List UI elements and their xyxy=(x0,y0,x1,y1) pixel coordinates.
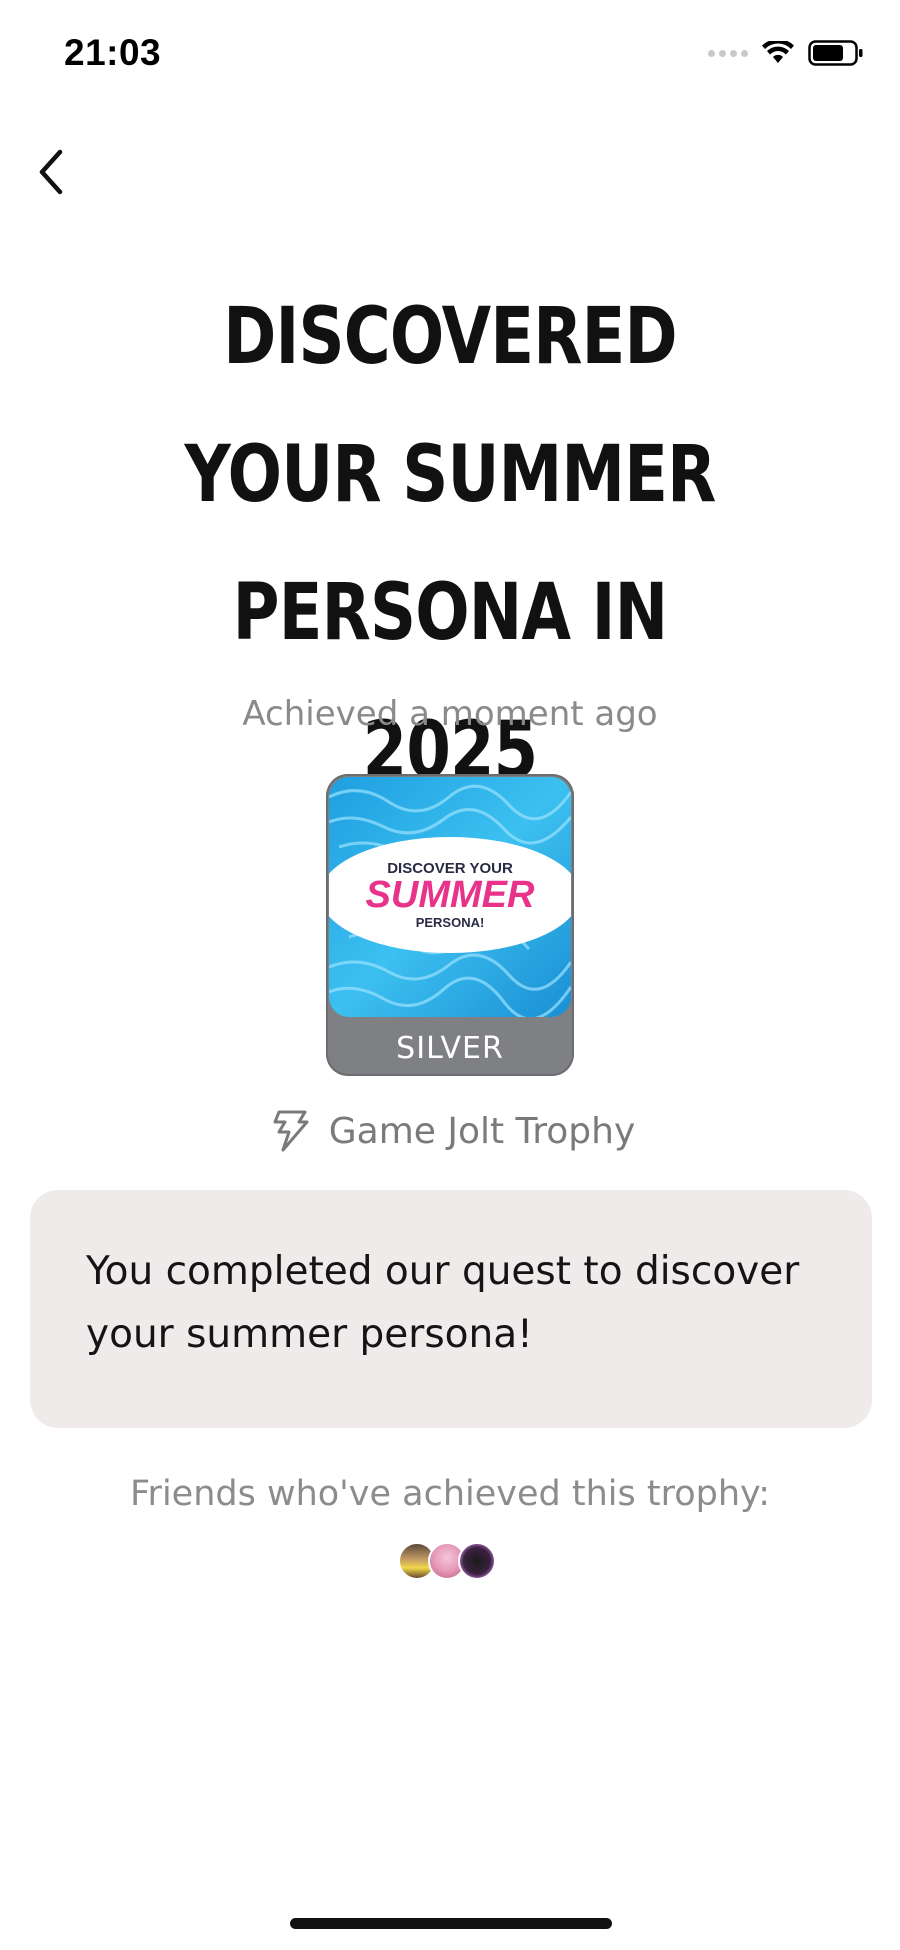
status-time: 21:03 xyxy=(64,32,162,73)
description-box: You completed our quest to discover your… xyxy=(30,1190,872,1428)
achieved-time: Achieved a moment ago xyxy=(242,694,658,734)
status-bar: 21:03 xyxy=(0,0,900,110)
trophy-title: DISCOVERED YOUR SUMMER PERSONA IN 2025 xyxy=(184,292,716,796)
friends-label: Friends who've achieved this trophy: xyxy=(129,1474,771,1514)
cellular-signal-icon xyxy=(708,49,748,57)
trophy-description: You completed our quest to discover your… xyxy=(86,1249,800,1357)
image-text-line2: SUMMER xyxy=(366,874,535,916)
home-indicator[interactable] xyxy=(290,1918,612,1929)
wifi-icon xyxy=(762,41,794,63)
image-text-line3: PERSONA! xyxy=(416,915,485,930)
trophy-type-label: Game Jolt Trophy xyxy=(328,1110,636,1152)
battery-icon xyxy=(808,40,863,66)
friends-avatars[interactable] xyxy=(398,1542,496,1580)
game-jolt-bolt-icon xyxy=(273,1110,309,1152)
trophy-image: DISCOVER YOUR SUMMER PERSONA! xyxy=(329,777,571,1017)
chevron-left-icon xyxy=(39,149,63,195)
trophy-tier-label: SILVER xyxy=(396,1030,504,1066)
trophy-type: Game Jolt Trophy xyxy=(0,1108,900,1154)
friend-avatar[interactable] xyxy=(458,1542,496,1580)
status-indicators xyxy=(708,40,864,66)
back-button[interactable] xyxy=(30,140,110,220)
trophy-card[interactable]: DISCOVER YOUR SUMMER PERSONA! SILVER xyxy=(326,774,574,1076)
